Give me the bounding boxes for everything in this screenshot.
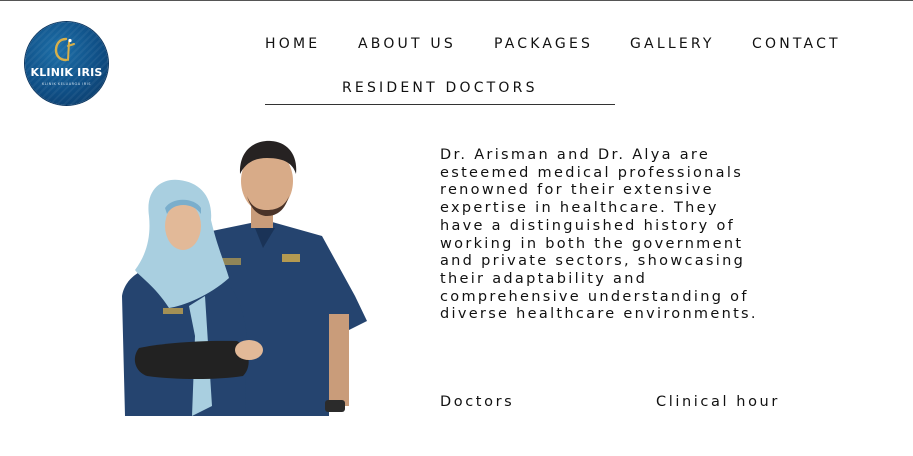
description-line: have a distinguished history of (440, 217, 736, 234)
logo-emblem-icon (54, 37, 75, 62)
description-line: esteemed medical professionals (440, 164, 744, 181)
description-line: working in both the government (440, 235, 744, 252)
clinic-logo[interactable]: KLINIK IRIS KLINIK KELUARGA IRIS (25, 22, 108, 105)
nav-active-underline (265, 104, 615, 105)
description-line: and private sectors, showcasing (440, 253, 746, 270)
nav-gallery[interactable]: GALLERY (630, 36, 715, 52)
description-line: comprehensive understanding of (440, 288, 749, 305)
nav-about-us[interactable]: ABOUT US (358, 36, 456, 52)
description-line: their adaptability and (440, 270, 648, 287)
nav-contact[interactable]: CONTACT (752, 36, 841, 52)
doctors-description: Dr. Arisman and Dr. Alya are esteemed me… (440, 147, 820, 324)
logo-tagline: KLINIK KELUARGA IRIS (42, 82, 91, 86)
tab-clinical-hour[interactable]: Clinical hour (656, 394, 780, 410)
logo-brand-name: KLINIK IRIS (30, 66, 103, 79)
description-line: renowned for their extensive (440, 182, 714, 199)
doctors-photo (122, 140, 367, 416)
top-border-line (0, 0, 913, 1)
description-line: diverse healthcare environments. (440, 306, 758, 323)
tab-doctors[interactable]: Doctors (440, 394, 514, 410)
description-line: expertise in healthcare. They (440, 200, 719, 217)
nav-packages[interactable]: PACKAGES (494, 36, 593, 52)
nav-resident-doctors[interactable]: RESIDENT DOCTORS (342, 80, 538, 96)
nav-home[interactable]: HOME (265, 36, 320, 52)
description-line: Dr. Arisman and Dr. Alya are (440, 147, 711, 163)
